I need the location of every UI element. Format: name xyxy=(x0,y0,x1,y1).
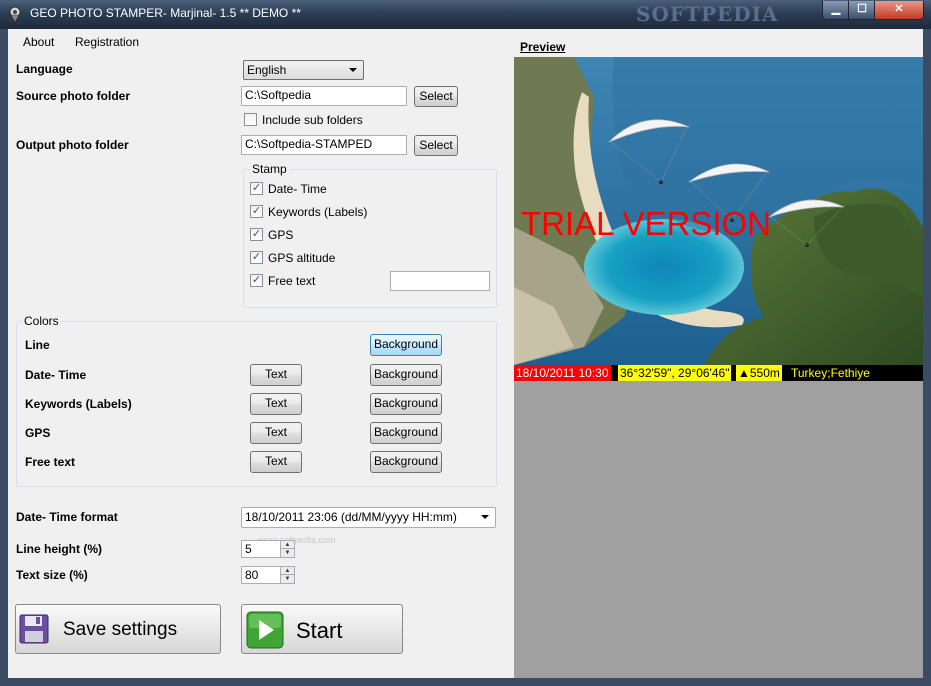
floppy-disk-icon xyxy=(19,614,49,644)
text-size-value: 80 xyxy=(245,568,259,582)
language-value: English xyxy=(247,63,287,77)
spin-up-icon[interactable]: ▲ xyxy=(280,567,294,575)
trial-version-overlay: TRIAL VERSION xyxy=(521,205,771,242)
stamp-keywords-label: Keywords (Labels) xyxy=(268,205,368,219)
color-freetext-label: Free text xyxy=(25,455,76,469)
stamp-keywords: Turkey;Fethiye xyxy=(791,366,870,380)
stamp-gps: 36°32'59", 29°06'46" xyxy=(618,365,732,381)
output-folder-label: Output photo folder xyxy=(16,138,129,152)
output-folder-input[interactable]: C:\Softpedia-STAMPED xyxy=(241,135,407,155)
app-pin-icon xyxy=(9,6,21,22)
line-height-label: Line height (%) xyxy=(16,542,102,556)
save-settings-label: Save settings xyxy=(63,619,178,640)
stamp-freetext-checkbox[interactable]: ✓ xyxy=(250,274,263,287)
preview-label: Preview xyxy=(520,40,566,54)
include-subfolders-checkbox[interactable] xyxy=(244,113,257,126)
stamp-datetime: 18/10/2011 10:30 xyxy=(514,365,611,381)
datetime-background-button[interactable]: Background xyxy=(370,364,442,386)
text-size-label: Text size (%) xyxy=(16,568,88,582)
source-folder-label: Source photo folder xyxy=(16,89,130,103)
stamp-datetime-checkbox[interactable]: ✓ xyxy=(250,182,263,195)
source-select-button[interactable]: Select xyxy=(414,86,458,107)
freetext-background-button[interactable]: Background xyxy=(370,451,442,473)
stamp-gps-label: GPS xyxy=(268,228,294,242)
spin-down-icon[interactable]: ▼ xyxy=(280,549,294,557)
stamp-altitude-checkbox[interactable]: ✓ xyxy=(250,251,263,264)
freetext-text-button[interactable]: Text xyxy=(250,451,302,473)
source-folder-input[interactable]: C:\Softpedia xyxy=(241,86,407,106)
minimize-button[interactable]: ▁ xyxy=(822,1,850,20)
menu-about[interactable]: About xyxy=(23,35,54,49)
color-datetime-label: Date- Time xyxy=(25,368,87,382)
window-frame-bottom xyxy=(0,678,931,686)
datetime-format-select[interactable]: 18/10/2011 23:06 (dd/MM/yyyy HH:mm) xyxy=(241,507,496,528)
keywords-background-button[interactable]: Background xyxy=(370,393,442,415)
menu-registration[interactable]: Registration xyxy=(75,35,139,49)
stamp-altitude-label: GPS altitude xyxy=(268,251,336,265)
play-icon xyxy=(246,611,284,649)
stamp-gps-checkbox[interactable]: ✓ xyxy=(250,228,263,241)
output-select-button[interactable]: Select xyxy=(414,135,458,156)
datetime-format-label: Date- Time format xyxy=(16,510,118,524)
datetime-format-value: 18/10/2011 23:06 (dd/MM/yyyy HH:mm) xyxy=(245,510,457,524)
stamp-preview-bar: 18/10/2011 10:30 36°32'59", 29°06'46" ▲5… xyxy=(514,365,923,381)
spin-down-icon[interactable]: ▼ xyxy=(280,575,294,583)
stamp-datetime-label: Date- Time xyxy=(268,182,327,196)
preview-photo: TRIAL VERSION xyxy=(514,57,923,365)
chevron-down-icon xyxy=(481,515,489,519)
window-frame-left xyxy=(0,29,8,686)
window-title: GEO PHOTO STAMPER- Marjinal- 1.5 ** DEMO… xyxy=(30,6,301,20)
chevron-down-icon xyxy=(349,68,357,72)
datetime-text-button[interactable]: Text xyxy=(250,364,302,386)
spin-up-icon[interactable]: ▲ xyxy=(280,541,294,549)
stamp-group-title: Stamp xyxy=(250,162,289,176)
color-gps-label: GPS xyxy=(25,426,51,440)
colors-group-title: Colors xyxy=(22,314,61,328)
start-label: Start xyxy=(296,618,343,643)
save-settings-button[interactable]: Save settings xyxy=(15,604,221,654)
window-frame-right xyxy=(923,29,931,686)
keywords-text-button[interactable]: Text xyxy=(250,393,302,415)
stamp-altitude: ▲550m xyxy=(736,365,782,381)
stamp-keywords-checkbox[interactable]: ✓ xyxy=(250,205,263,218)
maximize-button[interactable]: ☐ xyxy=(848,1,876,20)
color-keywords-label: Keywords (Labels) xyxy=(25,397,132,411)
gps-text-button[interactable]: Text xyxy=(250,422,302,444)
start-button[interactable]: Start xyxy=(241,604,403,654)
free-text-input[interactable] xyxy=(390,271,490,291)
close-button[interactable]: ✕ xyxy=(874,1,924,20)
line-height-spinner[interactable]: 5 ▲ ▼ xyxy=(241,540,295,558)
stamp-freetext-label: Free text xyxy=(268,274,316,288)
include-subfolders-label: Include sub folders xyxy=(262,113,363,127)
color-line-label: Line xyxy=(25,338,50,352)
text-size-spinner[interactable]: 80 ▲ ▼ xyxy=(241,566,295,584)
line-height-value: 5 xyxy=(245,542,252,556)
language-select[interactable]: English xyxy=(243,60,364,80)
line-background-button[interactable]: Background xyxy=(370,334,442,356)
language-label: Language xyxy=(16,62,73,76)
gps-background-button[interactable]: Background xyxy=(370,422,442,444)
softpedia-watermark: SOFTPEDIA xyxy=(636,2,779,26)
